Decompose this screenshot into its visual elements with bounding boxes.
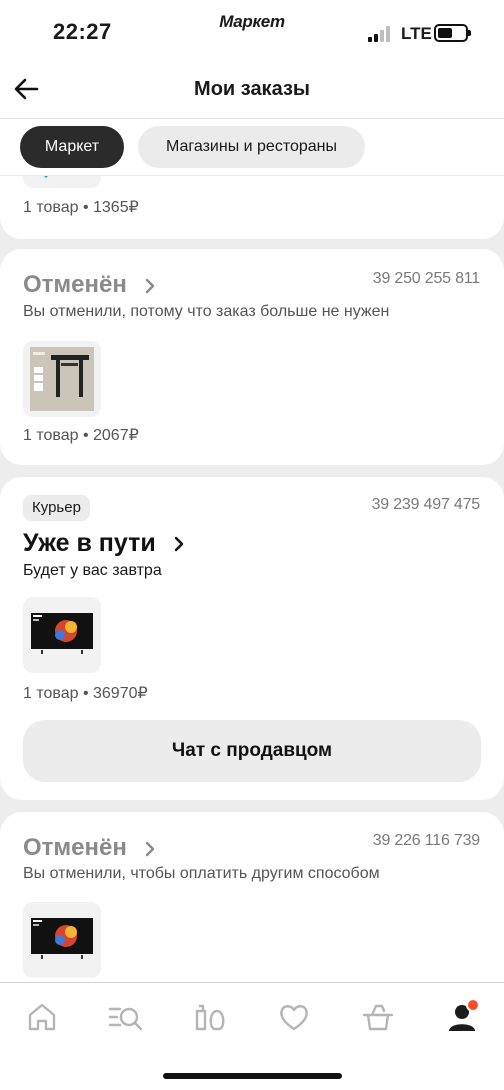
home-indicator	[163, 1073, 342, 1079]
status-bar: 22:27 Маркет LTE	[0, 0, 504, 62]
order-card[interactable]: 1 товар • 1365₽	[0, 176, 504, 239]
orders-list[interactable]: 1 товар • 1365₽ Отменён 39 250 255 811 В…	[0, 176, 504, 982]
products-icon	[195, 1004, 225, 1031]
chevron-right-icon	[145, 841, 154, 856]
profile-icon	[449, 998, 480, 1031]
order-summary: 1 товар • 36970₽	[23, 685, 148, 702]
tv-image	[31, 613, 93, 654]
chat-with-seller-button[interactable]: Чат с продавцом	[23, 720, 481, 782]
tab-market[interactable]: Маркет	[20, 126, 124, 168]
product-thumbnail[interactable]	[23, 902, 101, 978]
order-status-label: Уже в пути	[23, 529, 156, 557]
tv-mount-image	[30, 347, 94, 411]
product-thumbnail[interactable]	[23, 597, 101, 673]
page-title: Мои заказы	[194, 78, 310, 100]
nav-products[interactable]	[190, 997, 230, 1037]
product-thumbnail[interactable]	[23, 341, 101, 417]
order-status-label: Отменён	[23, 271, 127, 298]
tab-shops-restaurants[interactable]: Магазины и рестораны	[138, 126, 365, 168]
tv-image	[31, 918, 93, 959]
order-status[interactable]: Отменён	[23, 834, 156, 862]
network-label: LTE	[401, 24, 432, 43]
order-note: Вы отменили, потому что заказ больше не …	[23, 303, 390, 320]
heart-icon	[280, 1005, 308, 1031]
order-note: Вы отменили, чтобы оплатить другим спосо…	[23, 865, 380, 882]
order-number: 39 250 255 811	[372, 270, 480, 287]
nav-home[interactable]	[22, 997, 62, 1037]
order-card[interactable]: Отменён 39 250 255 811 Вы отменили, пото…	[0, 249, 504, 465]
chevron-right-icon	[145, 278, 154, 293]
chevron-right-icon	[174, 537, 183, 552]
app-header: Мои заказы	[0, 62, 504, 118]
tabs-bar: Маркет Магазины и рестораны	[0, 119, 504, 175]
battery-icon	[434, 24, 471, 42]
home-icon	[28, 1003, 56, 1031]
notification-badge	[466, 998, 480, 1012]
nav-cart[interactable]	[358, 997, 398, 1037]
nav-profile[interactable]	[442, 997, 482, 1037]
order-card[interactable]: Курьер 39 239 497 475 Уже в пути Будет у…	[0, 477, 504, 800]
order-card[interactable]: Отменён 39 226 116 739 Вы отменили, чтоб…	[0, 812, 504, 982]
order-status[interactable]: Уже в пути	[23, 529, 185, 558]
order-status[interactable]: Отменён	[23, 271, 156, 299]
nav-catalog[interactable]	[106, 997, 146, 1037]
order-summary: 1 товар • 1365₽	[23, 199, 139, 216]
nav-favorites[interactable]	[274, 997, 314, 1037]
order-note: Будет у вас завтра	[23, 562, 162, 579]
drop-icon	[44, 176, 48, 178]
order-number: 39 239 497 475	[371, 496, 481, 513]
signal-icon	[368, 26, 394, 42]
order-status-label: Отменён	[23, 834, 127, 861]
delivery-type-badge: Курьер	[23, 495, 90, 521]
catalog-search-icon	[108, 1007, 143, 1031]
product-thumbnail[interactable]	[23, 176, 101, 188]
order-number: 39 226 116 739	[372, 832, 480, 849]
cart-icon	[362, 1004, 394, 1031]
order-summary: 1 товар • 2067₽	[23, 427, 139, 444]
